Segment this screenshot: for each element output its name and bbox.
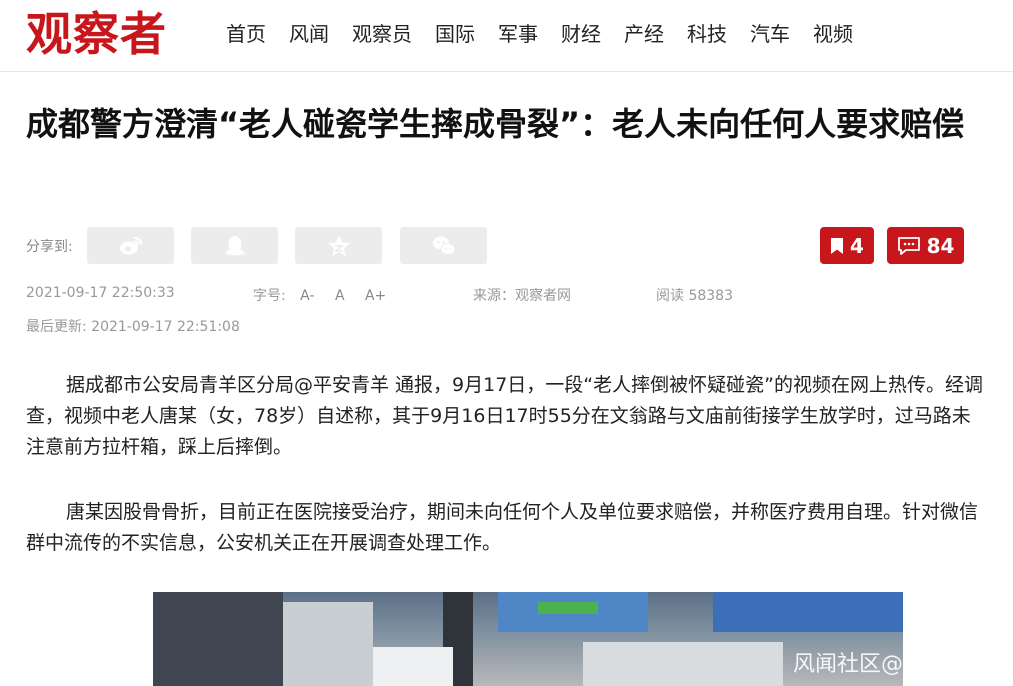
nav-item-industry[interactable]: 产经 (624, 20, 664, 48)
share-qq-button[interactable] (191, 227, 278, 264)
font-size-decrease-button[interactable]: A- (300, 288, 314, 304)
font-size-label: 字号: (253, 288, 286, 304)
site-header: 观察者 首页 风闻 观察员 国际 军事 财经 产经 科技 汽车 视频 (0, 0, 1013, 72)
last-updated: 最后更新: 2021-09-17 22:51:08 (26, 319, 240, 335)
nav-item-international[interactable]: 国际 (435, 20, 475, 48)
publish-datetime: 2021-09-17 22:50:33 (26, 285, 175, 301)
font-size-control: 字号: A- A A+ (253, 285, 386, 305)
qq-icon (225, 235, 244, 255)
bookmark-button[interactable]: 4 (820, 227, 874, 264)
bookmark-icon (831, 237, 844, 254)
font-size-increase-button[interactable]: A+ (365, 288, 386, 304)
nav-item-finance[interactable]: 财经 (561, 20, 601, 48)
video-watermark: 风闻社区@ (792, 652, 903, 677)
video-frame-shape (153, 592, 283, 686)
read-count: 阅读 58383 (656, 288, 733, 304)
nav-item-fengwen[interactable]: 风闻 (289, 20, 329, 48)
share-qzone-button[interactable] (295, 227, 382, 264)
nav-item-tech[interactable]: 科技 (687, 20, 727, 48)
article-paragraph: 唐某因股骨骨折，目前正在医院接受治疗，期间未向任何个人及单位要求赔偿，并称医疗费… (26, 501, 979, 554)
weibo-icon (119, 236, 142, 254)
article-paragraph: 据成都市公安局青羊区分局@平安青羊 通报，9月17日，一段“老人摔倒被怀疑碰瓷”… (26, 374, 983, 458)
article-source: 来源：观察者网 (473, 288, 571, 304)
nav-item-home[interactable]: 首页 (226, 20, 266, 48)
bookmark-count: 4 (850, 233, 864, 258)
video-frame-shape (283, 602, 373, 686)
font-size-normal-button[interactable]: A (335, 288, 345, 304)
comment-count: 84 (926, 233, 955, 258)
comment-button[interactable]: 84 (887, 227, 964, 264)
main-nav: 首页 风闻 观察员 国际 军事 财经 产经 科技 汽车 视频 (226, 20, 876, 48)
wechat-icon (432, 236, 455, 255)
video-frame-shape (713, 592, 903, 632)
share-label: 分享到: (26, 239, 73, 255)
comment-icon (897, 236, 920, 255)
site-logo[interactable]: 观察者 (26, 8, 167, 60)
nav-item-military[interactable]: 军事 (498, 20, 538, 48)
video-frame-shape (373, 647, 453, 686)
nav-item-observer[interactable]: 观察员 (352, 20, 412, 48)
nav-item-video[interactable]: 视频 (813, 20, 853, 48)
qzone-star-icon (327, 234, 350, 256)
article-title: 成都警方澄清“老人碰瓷学生摔成骨裂”：老人未向任何人要求赔偿 (26, 105, 965, 143)
video-frame-shape (538, 602, 598, 614)
video-frame-shape (583, 642, 783, 686)
share-wechat-button[interactable] (400, 227, 487, 264)
share-weibo-button[interactable] (87, 227, 174, 264)
nav-item-auto[interactable]: 汽车 (750, 20, 790, 48)
article-video[interactable]: 风闻社区@ (153, 592, 903, 686)
